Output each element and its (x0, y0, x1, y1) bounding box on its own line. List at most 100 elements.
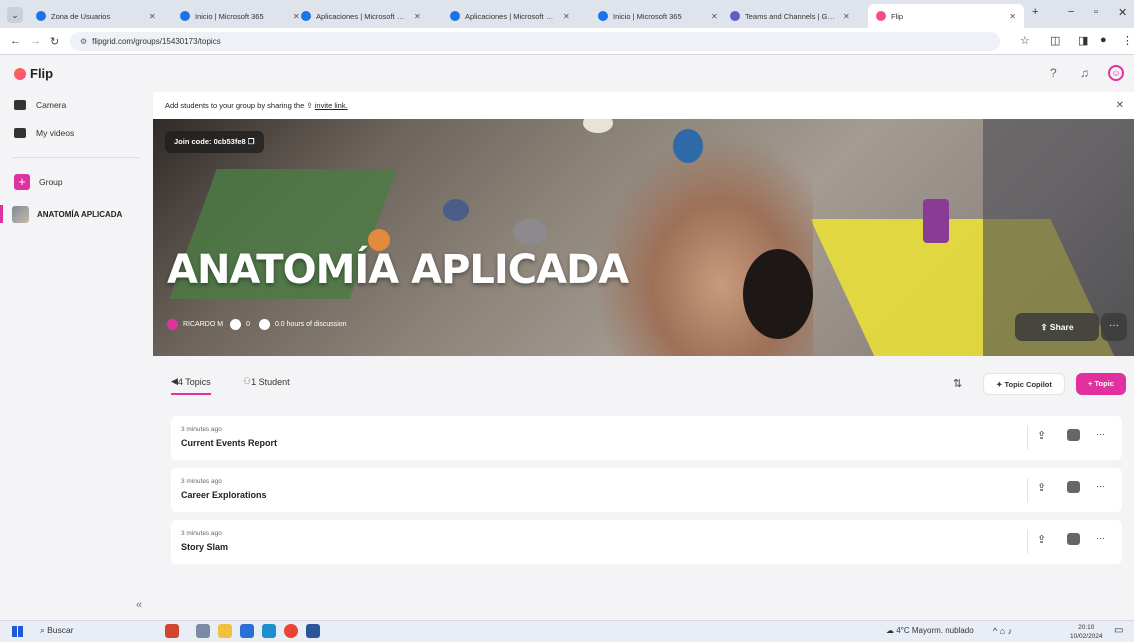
tab-title: Zona de Usuarios (51, 11, 111, 21)
app-name: Flip (30, 66, 54, 81)
task-view-icon[interactable] (196, 624, 210, 638)
join-code-text: Join code: 0cb53fe8 (174, 137, 246, 146)
copy-topic-icon[interactable] (1067, 429, 1080, 441)
owner-avatar (167, 319, 178, 330)
sidebar-item-camera[interactable]: Camera (14, 100, 66, 110)
more-icon[interactable]: ··· (1096, 481, 1105, 491)
notification-bell-icon[interactable]: ♫ (1080, 66, 1089, 80)
search-label: Buscar (47, 625, 74, 635)
add-topic-button[interactable]: + Topic (1076, 373, 1126, 395)
volume-icon[interactable]: ♪ (1008, 626, 1013, 636)
close-icon[interactable]: ✕ (414, 12, 421, 21)
share-icon[interactable]: ⇪ (1037, 481, 1046, 494)
help-icon[interactable]: ? (1050, 66, 1057, 80)
more-options-button[interactable]: ··· (1101, 313, 1127, 341)
network-icon[interactable]: ⌂ (1000, 626, 1008, 636)
sidebar-item-my-videos[interactable]: My videos (14, 128, 74, 138)
extension-icon[interactable]: ◫ (1050, 34, 1060, 47)
weather-widget[interactable]: ☁ 4°C Mayorm. nublado (886, 626, 974, 635)
tab-topics[interactable]: ◀ 4 Topics (171, 376, 211, 395)
sidebar-item-label: Camera (36, 100, 67, 110)
more-icon[interactable]: ··· (1096, 429, 1105, 439)
topic-title[interactable]: Current Events Report (181, 438, 277, 448)
profile-icon[interactable]: ● (1100, 34, 1107, 46)
copy-icon[interactable]: ❐ (248, 137, 255, 146)
tab-title: Inicio | Microsoft 365 (613, 11, 682, 21)
copy-topic-icon[interactable] (1067, 533, 1080, 545)
taskbar-search[interactable]: ⌕ Buscar (40, 625, 74, 636)
sidebar-item-group[interactable]: ANATOMÍA APLICADA (0, 204, 122, 224)
invite-link[interactable]: invite link. (315, 101, 348, 110)
browser-tab[interactable]: Aplicaciones | Microsoft 365 ✕ (442, 4, 578, 28)
owner-name: RICARDO M (183, 321, 224, 328)
reload-icon[interactable]: ↻ (50, 35, 59, 48)
chrome-icon[interactable] (284, 624, 298, 638)
app-logo[interactable]: Flip (14, 66, 53, 81)
share-icon[interactable]: ⇪ (1037, 429, 1046, 442)
topic-copilot-button[interactable]: ✦ Topic Copilot (983, 373, 1065, 395)
browser-tab[interactable]: Inicio | Microsoft 365 ✕ (172, 4, 308, 28)
close-icon[interactable]: ✕ (149, 12, 156, 21)
bookmark-star-icon[interactable]: ☆ (1020, 34, 1030, 47)
close-icon[interactable]: ✕ (1009, 12, 1016, 21)
minimize-icon[interactable]: − (1068, 6, 1074, 18)
join-code-chip[interactable]: Join code: 0cb53fe8 ❐ (165, 131, 264, 153)
collapse-sidebar-icon[interactable]: « (136, 599, 142, 611)
banner-close-icon[interactable]: ✕ (1116, 92, 1124, 119)
tab-students[interactable]: ⚇ 1 Student (243, 376, 290, 387)
camera-icon (14, 100, 26, 110)
user-avatar[interactable]: ☺ (1108, 65, 1124, 81)
dragon-widget-icon[interactable] (165, 624, 179, 638)
back-icon[interactable]: ← (10, 35, 21, 47)
more-icon[interactable]: ··· (1096, 533, 1105, 543)
notification-center-icon[interactable]: ▭ (1114, 625, 1123, 636)
share-icon[interactable]: ⇪ (1037, 533, 1046, 546)
close-icon[interactable]: ✕ (711, 12, 718, 21)
menu-kebab-icon[interactable]: ⋮ (1122, 34, 1133, 47)
close-icon[interactable]: ✕ (563, 12, 570, 21)
tab-label: 4 Topics (177, 376, 211, 387)
store-icon[interactable] (240, 624, 254, 638)
topic-title[interactable]: Career Explorations (181, 490, 267, 500)
browser-tab[interactable]: Teams and Channels | General ✕ (722, 4, 858, 28)
active-indicator (0, 205, 3, 223)
new-tab-icon[interactable]: + (1032, 6, 1038, 18)
sort-icon[interactable]: ⇅ (953, 377, 962, 390)
topic-row[interactable]: 3 minutes ago Career Explorations ⇪ ··· (171, 468, 1122, 512)
taskbar-clock[interactable]: 20:10 10/02/2024 (1070, 623, 1103, 641)
add-group-button[interactable]: + Group (14, 174, 63, 190)
browser-tab[interactable]: Zona de Usuarios ✕ (28, 4, 164, 28)
url-input[interactable]: ⚙ flipgrid.com/groups/15430173/topics (70, 32, 1000, 51)
share-button[interactable]: ⇪ Share (1015, 313, 1099, 341)
topic-row[interactable]: 3 minutes ago Current Events Report ⇪ ··… (171, 416, 1122, 460)
close-icon[interactable]: ✕ (843, 12, 850, 21)
browser-tab-active[interactable]: Flip ✕ (868, 4, 1024, 28)
mail-icon[interactable] (262, 624, 276, 638)
teams-icon (730, 11, 740, 21)
browser-tab[interactable]: Aplicaciones | Microsoft 365 ✕ (293, 4, 429, 28)
file-explorer-icon[interactable] (218, 624, 232, 638)
windows-start-icon[interactable] (12, 626, 23, 637)
browser-tab[interactable]: Inicio | Microsoft 365 ✕ (590, 4, 726, 28)
tab-search-icon[interactable]: ⌄ (7, 7, 23, 23)
window-close-icon[interactable]: ✕ (1118, 6, 1127, 19)
plus-icon: + (14, 174, 30, 190)
forward-icon[interactable]: → (30, 35, 41, 47)
flip-favicon-icon (876, 11, 886, 21)
divider (1027, 426, 1028, 450)
share-icon: ⇪ (1040, 322, 1050, 332)
word-icon[interactable] (306, 624, 320, 638)
sidepanel-icon[interactable]: ◨ (1078, 34, 1088, 47)
chevron-up-icon[interactable]: ^ (993, 626, 1000, 636)
copy-topic-icon[interactable] (1067, 481, 1080, 493)
system-tray[interactable]: ^ ⌂ ♪ (993, 626, 1012, 636)
invite-banner: Add students to your group by sharing th… (153, 92, 1134, 119)
share-label: Share (1049, 322, 1074, 332)
restore-icon[interactable]: ▫ (1094, 6, 1098, 18)
site-info-icon[interactable]: ⚙ (80, 37, 87, 46)
tab-strip: ⌄ Zona de Usuarios ✕ Inicio | Microsoft 3… (0, 0, 1134, 28)
topic-row[interactable]: 3 minutes ago Story Slam ⇪ ··· (171, 520, 1122, 564)
tab-title: Aplicaciones | Microsoft 365 (316, 11, 408, 21)
topic-title[interactable]: Story Slam (181, 542, 228, 552)
flip-logo-icon (14, 67, 26, 80)
